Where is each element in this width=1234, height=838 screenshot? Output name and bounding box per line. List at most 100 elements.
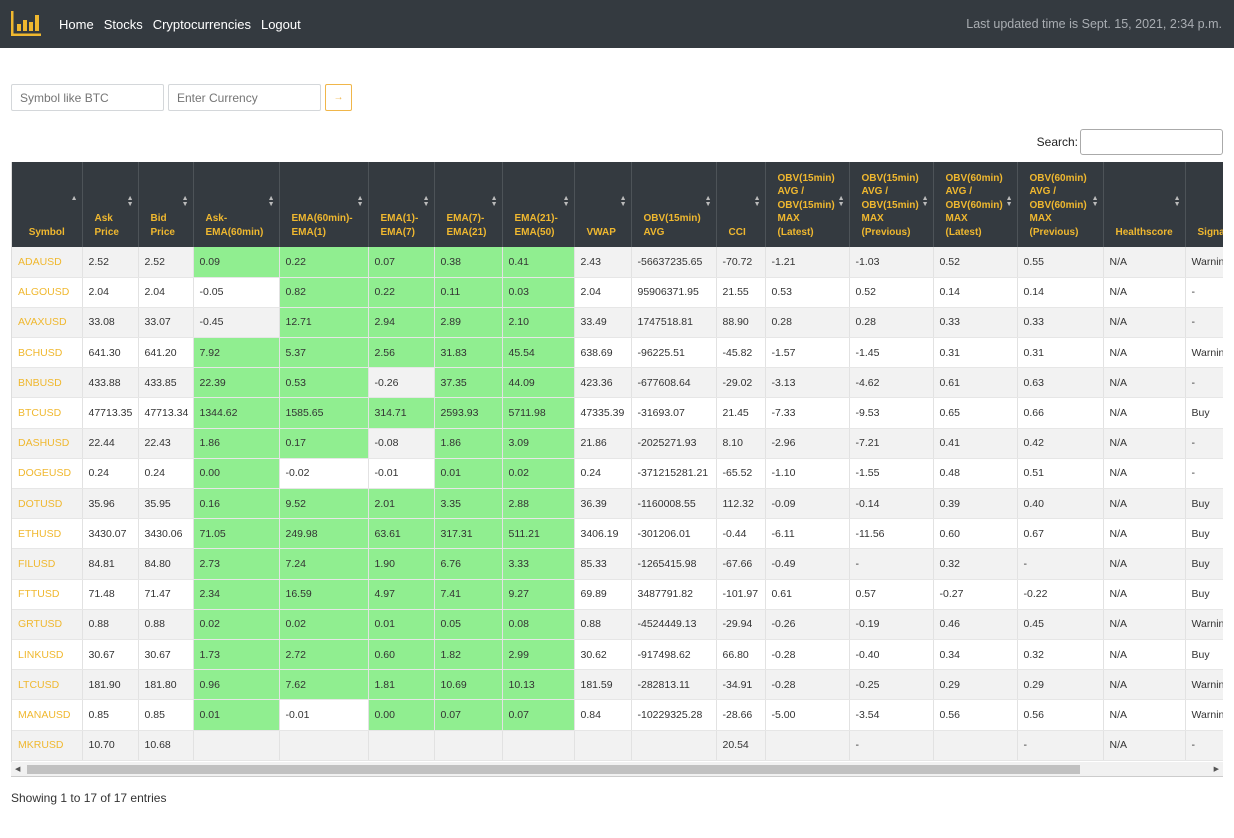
sort-icon[interactable]: ▲ ▼ xyxy=(491,195,498,208)
table-cell: 21.86 xyxy=(574,428,632,459)
table-row[interactable]: ETHUSD 3430.07 3430.06 71.05 249.98 63.61 317.… xyxy=(12,518,1223,550)
sort-icon[interactable]: ▲ ▼ xyxy=(423,195,430,208)
scroll-left-arrow-icon[interactable]: ◀ xyxy=(15,765,20,773)
sort-icon[interactable]: ▲ ▼ xyxy=(754,195,761,208)
table-cell: 71.48 xyxy=(82,579,139,610)
table-cell: 0.11 xyxy=(434,277,503,308)
table-cell: 5711.98 xyxy=(502,397,575,429)
scrollbar-thumb[interactable] xyxy=(27,765,1080,774)
table-search-input[interactable] xyxy=(1080,129,1223,155)
sort-icon[interactable]: ▲ ▼ xyxy=(563,195,570,208)
table-cell xyxy=(574,730,632,761)
column-header[interactable]: Signal▲▼ xyxy=(1185,162,1223,247)
submit-button[interactable]: → xyxy=(325,84,352,111)
table-cell: 0.02 xyxy=(279,609,369,640)
table-row[interactable]: ADAUSD 2.52 2.52 0.09 0.22 0.07 0.38 0.41 2.43 -5… xyxy=(12,247,1223,278)
symbol-cell[interactable]: AVAXUSD xyxy=(12,307,83,339)
symbol-cell[interactable]: BCHUSD xyxy=(12,337,83,369)
column-header[interactable]: OBV(15min) AVG / OBV(15min) MAX (Previous) ▲ ▼ xyxy=(849,162,934,247)
currency-input[interactable] xyxy=(168,84,321,111)
table-row[interactable]: MKRUSD 10.70 10.68 20.54- - N/A - xyxy=(12,730,1223,761)
column-header[interactable]: Ask Price ▲ ▼ xyxy=(82,162,139,247)
symbol-cell[interactable]: GRTUSD xyxy=(12,609,83,640)
table-cell: 2.88 xyxy=(502,488,575,520)
column-header[interactable]: EMA(1)- EMA(7) ▲ ▼ xyxy=(368,162,435,247)
nav-stocks-link[interactable]: Stocks xyxy=(104,17,143,32)
column-header[interactable]: VWAP ▲ ▼ xyxy=(574,162,632,247)
column-header[interactable]: CCI ▲ ▼ xyxy=(716,162,766,247)
symbol-cell[interactable]: DOGEUSD xyxy=(12,458,83,490)
table-cell: 433.85 xyxy=(138,367,194,399)
table-cell: 30.67 xyxy=(82,639,139,671)
table-row[interactable]: LINKUSD 30.67 30.67 1.73 2.72 0.60 1.82 2.99 30.… xyxy=(12,639,1223,671)
sort-icon[interactable]: ▲ ▼ xyxy=(357,195,364,208)
scroll-right-arrow-icon[interactable]: ▶ xyxy=(1214,765,1219,773)
bar-chart-logo-icon[interactable] xyxy=(11,11,41,36)
symbol-cell[interactable]: FTTUSD xyxy=(12,579,83,610)
table-cell: - xyxy=(1185,458,1223,490)
table-row[interactable]: DASHUSD 22.44 22.43 1.86 0.17 -0.08 1.86 3.09 21… xyxy=(12,428,1223,459)
sort-icon[interactable]: ▲ xyxy=(71,195,78,202)
column-header[interactable]: EMA(21)- EMA(50) ▲ ▼ xyxy=(502,162,575,247)
symbol-cell[interactable]: MKRUSD xyxy=(12,730,83,761)
table-row[interactable]: FILUSD 84.81 84.80 2.73 7.24 1.90 6.76 3.33 85.3… xyxy=(12,548,1223,580)
symbol-cell[interactable]: DOTUSD xyxy=(12,488,83,520)
sort-icon[interactable]: ▲ ▼ xyxy=(127,195,134,208)
table-cell: 0.85 xyxy=(82,699,139,731)
table-row[interactable]: ALGOUSD 2.04 2.04 -0.05 0.82 0.22 0.11 0.03 2.04… xyxy=(12,277,1223,308)
column-header-label: (Previous) xyxy=(1029,226,1079,238)
column-header[interactable]: EMA(7)- EMA(21) ▲ ▼ xyxy=(434,162,503,247)
nav-cryptocurrencies-link[interactable]: Cryptocurrencies xyxy=(153,17,251,32)
table-cell: 3.33 xyxy=(502,548,575,580)
symbol-input[interactable] xyxy=(11,84,164,111)
symbol-cell[interactable]: ALGOUSD xyxy=(12,277,83,308)
table-row[interactable]: BNBUSD 433.88 433.85 22.39 0.53 -0.26 37.35 44.… xyxy=(12,367,1223,399)
sort-icon[interactable]: ▲ ▼ xyxy=(182,195,189,208)
column-header[interactable]: EMA(60min)- EMA(1) ▲ ▼ xyxy=(279,162,369,247)
table-cell: Warning xyxy=(1185,247,1223,278)
symbol-cell[interactable]: FILUSD xyxy=(12,548,83,580)
symbol-cell[interactable]: MANAUSD xyxy=(12,699,83,731)
table-row[interactable]: MANAUSD 0.85 0.85 0.01 -0.01 0.00 0.07 0.07 0.84… xyxy=(12,699,1223,731)
table-row[interactable]: BCHUSD 641.30 641.20 7.92 5.37 2.56 31.83 45.54… xyxy=(12,337,1223,369)
sort-icon[interactable]: ▲ ▼ xyxy=(620,195,627,208)
symbol-cell[interactable]: LINKUSD xyxy=(12,639,83,671)
nav-logout-link[interactable]: Logout xyxy=(261,17,301,32)
table-cell: -29.94 xyxy=(716,609,766,640)
column-header[interactable]: OBV(60min) AVG / OBV(60min) MAX (Latest) ▲ ▼ xyxy=(933,162,1018,247)
column-header[interactable]: Healthscore ▲ ▼ xyxy=(1103,162,1186,247)
symbol-cell[interactable]: LTCUSD xyxy=(12,669,83,701)
symbol-cell[interactable]: ADAUSD xyxy=(12,247,83,278)
column-header[interactable]: OBV(15min) AVG ▲ ▼ xyxy=(631,162,717,247)
table-cell: N/A xyxy=(1103,548,1186,580)
table-cell: 3430.07 xyxy=(82,518,139,550)
table-row[interactable]: GRTUSD 0.88 0.88 0.02 0.02 0.01 0.05 0.08 0.88 -4… xyxy=(12,609,1223,640)
table-row[interactable]: DOGEUSD 0.24 0.24 0.00 -0.02 -0.01 0.01 0.02 0.2… xyxy=(12,458,1223,490)
nav-home-link[interactable]: Home xyxy=(59,17,94,32)
sort-icon[interactable]: ▲ ▼ xyxy=(705,195,712,208)
symbol-cell[interactable]: DASHUSD xyxy=(12,428,83,459)
sort-icon[interactable]: ▲ ▼ xyxy=(838,195,845,208)
column-header[interactable]: OBV(60min) AVG / OBV(60min) MAX (Previous) ▲ ▼ xyxy=(1017,162,1104,247)
symbol-cell[interactable]: BTCUSD xyxy=(12,397,83,429)
symbol-cell[interactable]: ETHUSD xyxy=(12,518,83,550)
table-cell: -917498.62 xyxy=(631,639,717,671)
horizontal-scrollbar[interactable]: ◀ ▶ xyxy=(11,762,1223,777)
sort-icon[interactable]: ▲ ▼ xyxy=(1006,195,1013,208)
table-row[interactable]: LTCUSD 181.90 181.80 0.96 7.62 1.81 10.69 10.13… xyxy=(12,669,1223,701)
sort-icon[interactable]: ▲ ▼ xyxy=(922,195,929,208)
sort-icon[interactable]: ▲ ▼ xyxy=(268,195,275,208)
table-row[interactable]: FTTUSD 71.48 71.47 2.34 16.59 4.97 7.41 9.27 69.… xyxy=(12,579,1223,610)
column-header[interactable]: Bid Price ▲ ▼ xyxy=(138,162,194,247)
table-row[interactable]: AVAXUSD 33.08 33.07 -0.45 12.71 2.94 2.89 2.10 3… xyxy=(12,307,1223,339)
column-header[interactable]: OBV(15min) AVG / OBV(15min) MAX (Latest) ▲ ▼ xyxy=(765,162,850,247)
sort-icon[interactable]: ▲ ▼ xyxy=(1174,195,1181,208)
table-row[interactable]: DOTUSD 35.96 35.95 0.16 9.52 2.01 3.35 2.88 36.3… xyxy=(12,488,1223,520)
table-cell: -3.54 xyxy=(849,699,934,731)
table-cell: 317.31 xyxy=(434,518,503,550)
sort-icon[interactable]: ▲ ▼ xyxy=(1092,195,1099,208)
column-header[interactable]: Ask- EMA(60min) ▲ ▼ xyxy=(193,162,280,247)
column-header[interactable]: Symbol ▲ xyxy=(12,162,83,247)
symbol-cell[interactable]: BNBUSD xyxy=(12,367,83,399)
table-row[interactable]: BTCUSD 47713.35 47713.34 1344.62 1585.65 314.… xyxy=(12,397,1223,429)
